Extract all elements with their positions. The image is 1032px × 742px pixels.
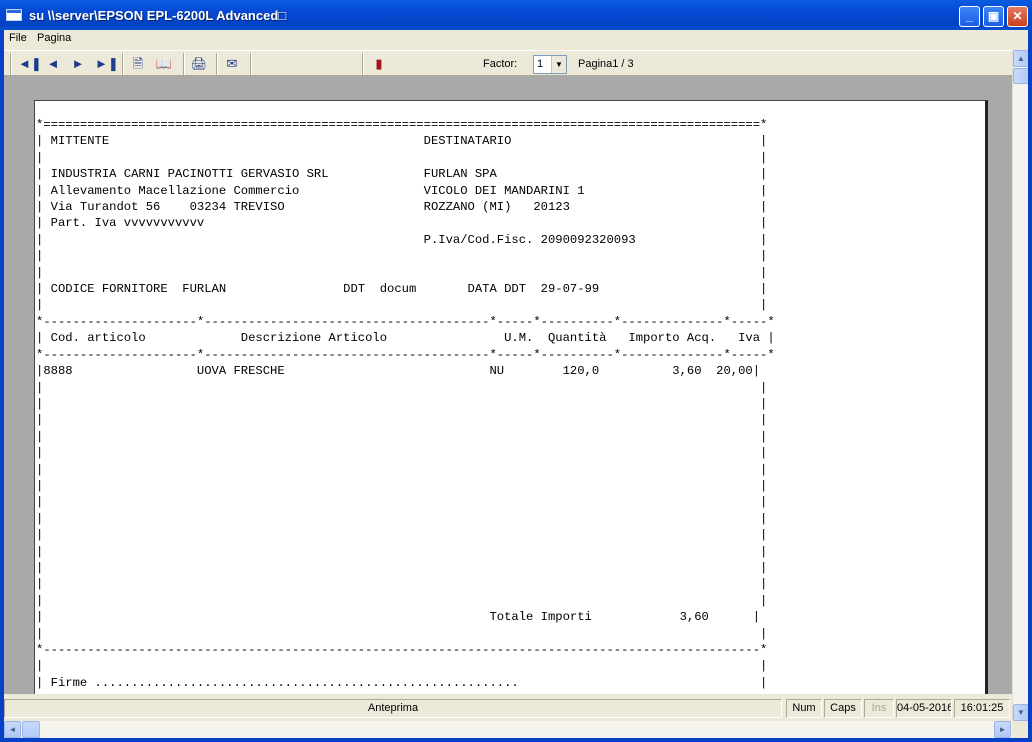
status-date: 04-05-2016	[896, 699, 952, 718]
status-mode: Anteprima	[4, 699, 782, 718]
vertical-scrollbar[interactable]: ▲ ▼	[1012, 50, 1029, 721]
document-line: *=======================================…	[36, 118, 768, 132]
document-line: | Allevamento Macellazione Commercio VIC…	[36, 183, 768, 198]
toolbar-grip	[10, 53, 12, 75]
document-page: *=======================================…	[34, 100, 988, 694]
scroll-right-icon[interactable]: ►	[994, 721, 1011, 738]
document-line: | |	[36, 577, 768, 592]
minimize-icon: _	[966, 9, 973, 23]
last-page-icon[interactable]: ►❚	[95, 55, 119, 73]
first-page-icon[interactable]: ◄❚	[18, 55, 42, 73]
scroll-down-icon[interactable]: ▼	[1013, 704, 1029, 721]
status-time: 16:01:25	[954, 699, 1010, 718]
prev-page-icon[interactable]: ◄	[44, 55, 62, 73]
maximize-icon: ▣	[987, 9, 1000, 23]
document-line: | INDUSTRIA CARNI PACINOTTI GERVASIO SRL…	[36, 167, 768, 182]
window-border	[0, 30, 4, 742]
status-ins: Ins	[864, 699, 894, 718]
toolbar-separator	[183, 53, 185, 75]
document-line: | |	[36, 249, 768, 264]
title-bar[interactable]: su \\server\EPSON EPL-6200L Advanced□ _ …	[0, 0, 1032, 30]
document-line: | Totale Importi 3,60 |	[36, 610, 761, 625]
preview-area[interactable]: *=======================================…	[4, 76, 1012, 694]
document-line: | MITTENTE DESTINATARIO |	[36, 134, 768, 149]
horizontal-scrollbar[interactable]: ◄ ►	[4, 721, 1012, 738]
document-line: | |	[36, 462, 768, 477]
page-indicator: Pagina1 / 3	[578, 58, 634, 70]
document-line: | P.Iva/Cod.Fisc. 2090092320093 |	[36, 232, 768, 247]
status-bar: Anteprima Num Caps Ins 04-05-2016 16:01:…	[4, 697, 1012, 720]
factor-label: Factor:	[483, 58, 518, 70]
document-line: *---------------------------------------…	[36, 643, 768, 657]
document-line: | |	[36, 446, 768, 461]
exit-icon[interactable]: ▮	[370, 55, 388, 73]
toolbar: ◄❚ ◄ ► ►❚ 🗎 📖 🖨 ✉ ▮ Factor: 1 ▼ Pagina1 …	[4, 50, 1012, 76]
document-line: | |	[36, 659, 768, 674]
next-page-icon[interactable]: ►	[69, 55, 87, 73]
maximize-button[interactable]: ▣	[983, 6, 1004, 27]
minimize-button[interactable]: _	[959, 6, 980, 27]
document-line: | |	[36, 478, 768, 493]
factor-value: 1	[537, 58, 544, 70]
document-text: *=======================================…	[36, 117, 775, 691]
document-line: | Via Turandot 56 03234 TREVISO ROZZANO …	[36, 200, 768, 215]
document-line: | |	[36, 396, 768, 411]
status-num: Num	[786, 699, 822, 718]
toolbar-separator	[122, 53, 124, 75]
two-page-icon[interactable]: 📖	[155, 55, 173, 73]
single-page-icon[interactable]: 🗎	[129, 55, 147, 73]
document-line: | |	[36, 593, 768, 608]
menu-file[interactable]: File	[9, 32, 27, 44]
toolbar-separator	[362, 53, 364, 75]
vertical-scroll-thumb[interactable]	[1013, 68, 1029, 84]
print-preview-window: su \\server\EPSON EPL-6200L Advanced□ _ …	[0, 0, 1032, 742]
window-border	[1028, 30, 1032, 742]
document-line: | Part. Iva vvvvvvvvvvv |	[36, 216, 768, 231]
app-icon[interactable]	[6, 9, 22, 21]
document-line: | |	[36, 511, 768, 526]
export-icon[interactable]: ✉	[223, 55, 241, 73]
toolbar-separator	[250, 53, 252, 75]
document-line: |8888 UOVA FRESCHE NU 120,0 3,60 20,00|	[36, 364, 761, 379]
document-line: | CODICE FORNITORE FURLAN DDT docum DATA…	[36, 282, 768, 297]
document-line: | Firme ................................…	[36, 675, 768, 690]
document-line: *---------------------*-----------------…	[36, 347, 775, 362]
document-line: *---------------------*-----------------…	[36, 314, 775, 329]
chevron-down-icon[interactable]: ▼	[551, 56, 566, 73]
print-icon[interactable]: 🖨	[190, 55, 208, 73]
document-line: | |	[36, 528, 768, 543]
document-line: | |	[36, 429, 768, 444]
document-line: | |	[36, 626, 768, 641]
document-line: | |	[36, 265, 768, 280]
factor-select[interactable]: 1 ▼	[533, 55, 567, 74]
document-line: | |	[36, 150, 768, 165]
close-icon: ✕	[1012, 9, 1023, 23]
horizontal-scroll-thumb[interactable]	[22, 721, 40, 738]
document-line: | |	[36, 495, 768, 510]
document-line: | |	[36, 298, 768, 313]
menu-pagina[interactable]: Pagina	[37, 32, 71, 44]
scroll-up-icon[interactable]: ▲	[1013, 50, 1029, 67]
document-line: | |	[36, 380, 768, 395]
document-line: | |	[36, 544, 768, 559]
toolbar-separator	[216, 53, 218, 75]
menu-bar: File Pagina	[0, 30, 1032, 49]
scroll-left-icon[interactable]: ◄	[4, 721, 21, 738]
window-title: su \\server\EPSON EPL-6200L Advanced□	[29, 8, 287, 23]
close-button[interactable]: ✕	[1007, 6, 1028, 27]
document-line: | |	[36, 413, 768, 428]
status-caps: Caps	[824, 699, 862, 718]
document-line: | |	[36, 560, 768, 575]
document-line: | Cod. articolo Descrizione Articolo U.M…	[36, 331, 775, 346]
window-border	[0, 738, 1032, 742]
